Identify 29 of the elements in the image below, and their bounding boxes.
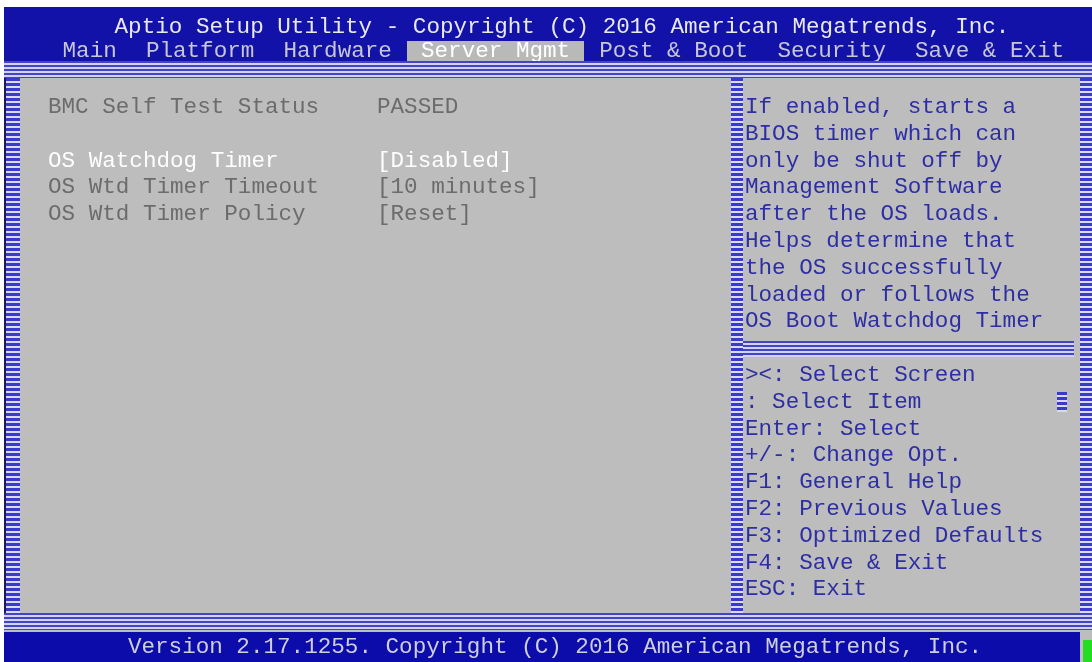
status-label: BMC Self Test Status — [48, 94, 320, 121]
setting-label[interactable]: OS Watchdog Timer — [48, 147, 279, 175]
tab[interactable]: Hardware — [269, 41, 406, 61]
version-text: Version 2.17.1255. Copyright (C) 2016 American Megatrends, Inc. — [127, 634, 983, 660]
striped-block-icon — [1057, 391, 1067, 412]
key-hint: : Select Item — [745, 388, 923, 416]
block-cursor-icon — [1083, 640, 1092, 662]
key-hint: Enter: Select — [745, 415, 923, 443]
help-text: If enabled, starts a BIOS timer which can only be shut off by Management Software after the OS loads. Helps determine that the OS successfully loaded or follows the OS Boot Watchdog Timer — [745, 94, 1045, 336]
tab[interactable]: Security — [763, 41, 900, 61]
status-value: PASSED — [377, 94, 459, 121]
setting-value[interactable]: [Reset] — [377, 201, 472, 228]
key-hint: F1: General Help — [745, 469, 963, 496]
tab[interactable]: Platform — [132, 41, 268, 61]
key-hint: F4: Save & Exit — [745, 549, 950, 577]
key-hint: F2: Previous Values — [745, 495, 1004, 523]
key-hint: ESC: Exit — [745, 576, 869, 604]
tab[interactable]: Main — [49, 41, 131, 61]
setting-label[interactable]: OS Wtd Timer Policy — [48, 201, 306, 228]
window-title: Aptio Setup Utility - Copyright (C) 2016 American Megatrends, Inc. — [114, 14, 1010, 40]
key-hint: F3: Optimized Defaults — [745, 522, 1045, 550]
setting-value[interactable]: [Disabled] — [377, 147, 513, 175]
tab[interactable]: Save & Exit — [901, 41, 1078, 61]
key-hint: ><: Select Screen — [745, 361, 977, 389]
key-hint: +/-: Change Opt. — [745, 442, 963, 470]
setting-value[interactable]: [10 minutes] — [377, 174, 540, 202]
tab[interactable]: Post & Boot — [585, 41, 762, 61]
tab[interactable]: Server Mgmt — [407, 41, 584, 61]
setting-label[interactable]: OS Wtd Timer Timeout — [48, 174, 320, 202]
